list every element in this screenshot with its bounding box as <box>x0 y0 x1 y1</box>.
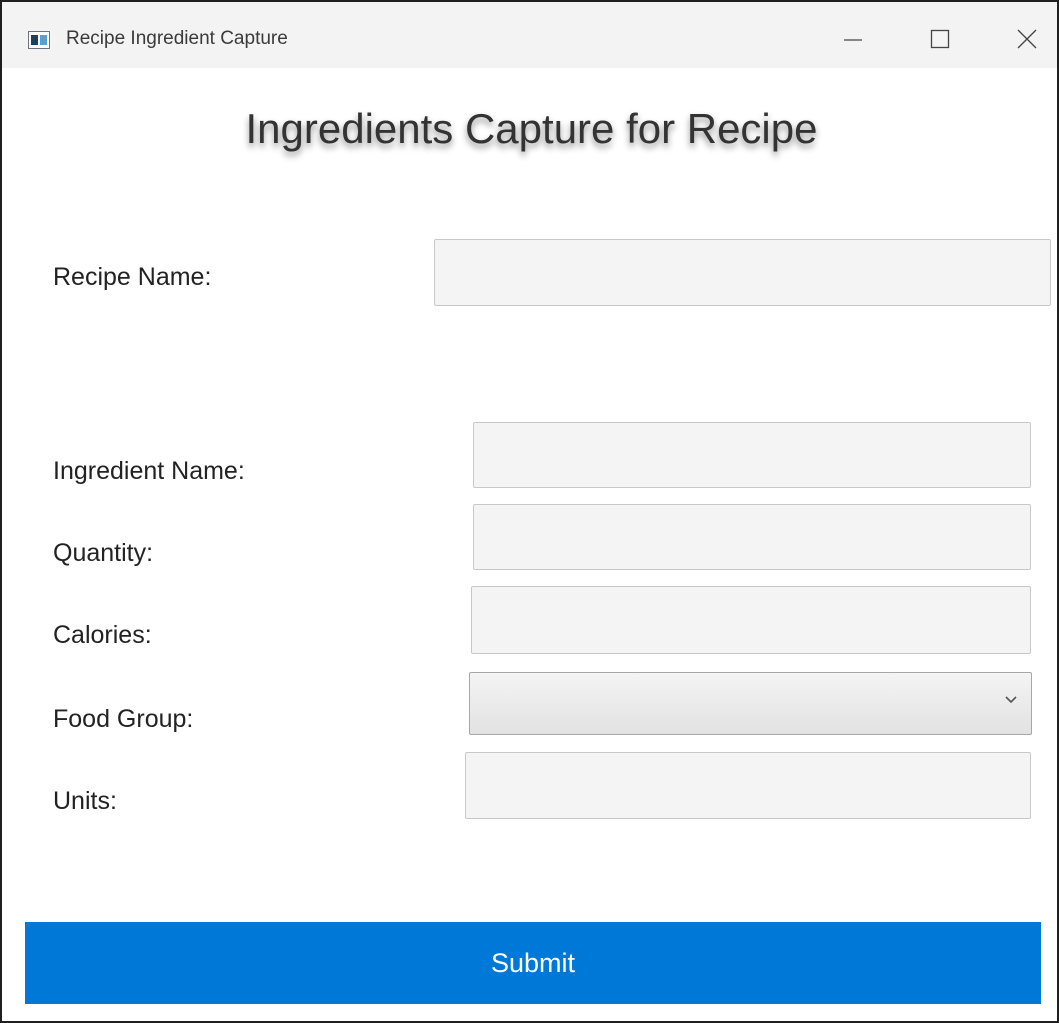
quantity-label: Quantity: <box>53 539 154 567</box>
page-title: Ingredients Capture for Recipe <box>245 105 818 152</box>
close-icon <box>1017 29 1037 49</box>
chevron-down-icon <box>1005 696 1017 704</box>
units-label: Units: <box>53 787 117 815</box>
food-group-select[interactable] <box>469 672 1032 735</box>
food-group-label: Food Group: <box>53 705 194 733</box>
calories-label: Calories: <box>53 621 152 649</box>
quantity-input[interactable] <box>473 504 1031 570</box>
units-input[interactable] <box>465 752 1031 819</box>
window-title: Recipe Ingredient Capture <box>66 28 288 49</box>
close-button[interactable] <box>982 2 1057 68</box>
app-window: Recipe Ingredient Capture Ingredients Ca… <box>0 0 1059 1023</box>
minimize-button[interactable] <box>807 2 899 68</box>
minimize-icon <box>844 39 862 41</box>
submit-button[interactable]: Submit <box>25 922 1041 1004</box>
calories-input[interactable] <box>471 586 1031 654</box>
recipe-name-input[interactable] <box>434 239 1051 306</box>
maximize-button[interactable] <box>894 2 986 68</box>
app-icon <box>28 31 50 49</box>
recipe-name-label: Recipe Name: <box>53 263 212 291</box>
title-bar[interactable]: Recipe Ingredient Capture <box>2 2 1057 68</box>
ingredient-name-label: Ingredient Name: <box>53 457 245 485</box>
ingredient-name-input[interactable] <box>473 422 1031 488</box>
maximize-icon <box>930 29 950 49</box>
